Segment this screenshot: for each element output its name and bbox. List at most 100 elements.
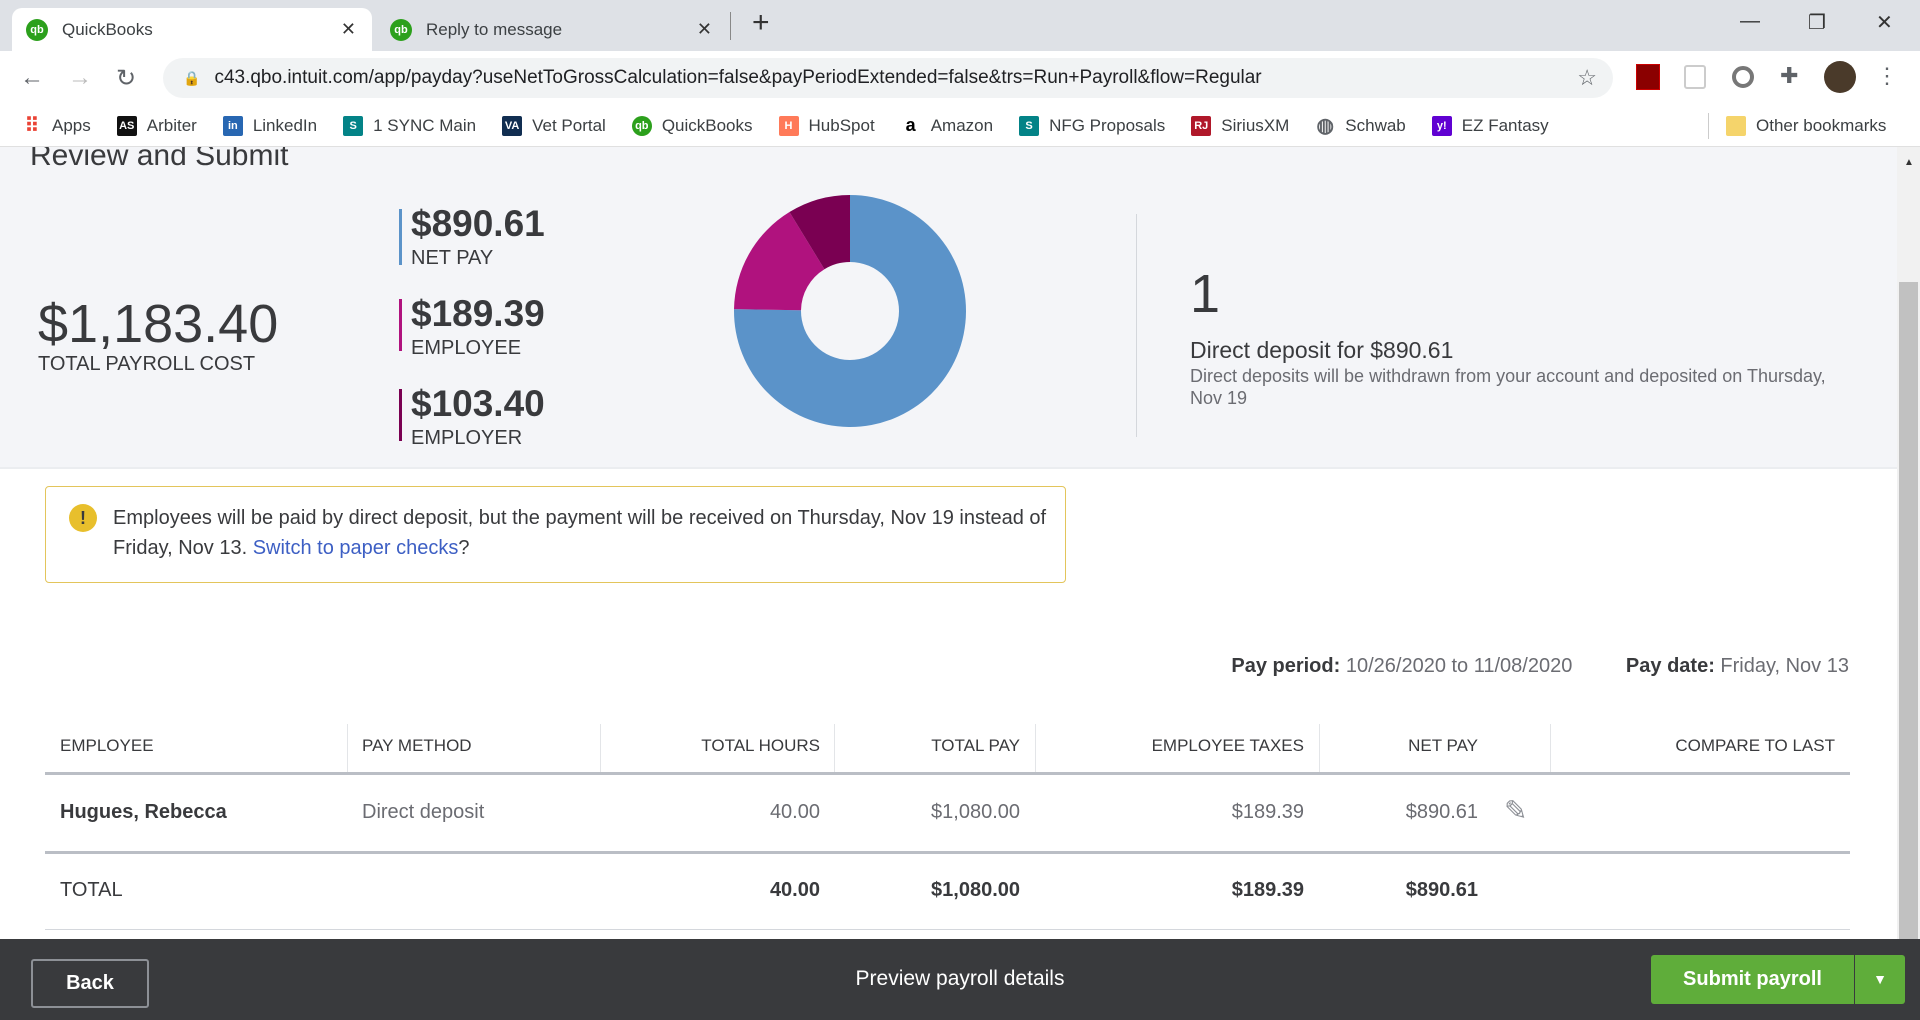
reload-icon[interactable]: ↻ (116, 64, 136, 93)
net-pay-label: NET PAY (411, 247, 494, 269)
header-employee[interactable]: EMPLOYEE (60, 736, 154, 762)
direct-deposit-title: Direct deposit for $890.61 (1190, 337, 1454, 363)
close-window-button[interactable]: ✕ (1876, 10, 1893, 35)
submit-options-dropdown-icon[interactable]: ▼ (1855, 955, 1905, 1004)
employer-label: EMPLOYER (411, 427, 523, 449)
header-total-pay[interactable]: TOTAL PAY (931, 736, 1020, 762)
employee-summary: $189.39 EMPLOYEE (399, 293, 599, 359)
close-tab-icon[interactable]: ✕ (341, 19, 356, 40)
bookmark-1-sync-main[interactable]: S 1 SYNC Main (343, 115, 476, 136)
back-button[interactable]: Back (31, 959, 149, 1008)
total-rule (45, 929, 1850, 930)
employee-taxes: $189.39 (1231, 801, 1304, 823)
total-hours: 40.00 (769, 801, 820, 823)
header-net-pay[interactable]: NET PAY (1408, 736, 1478, 762)
warning-text: Employees will be paid by direct deposit… (113, 503, 1053, 563)
minimize-button[interactable]: — (1740, 10, 1760, 33)
bookmark-label: LinkedIn (252, 115, 318, 135)
extension-icon[interactable] (1684, 65, 1706, 89)
bookmark-label: QuickBooks (661, 115, 753, 135)
bookmark-favicon-icon: AS (116, 115, 137, 136)
bookmark-favicon-icon: in (222, 115, 243, 136)
tab-bar: qb QuickBooks ✕ qb Reply to message ✕ + … (0, 0, 1920, 51)
tab-quickbooks[interactable]: qb QuickBooks ✕ (12, 8, 372, 51)
tab-reply-to-message[interactable]: qb Reply to message ✕ (376, 8, 728, 51)
restore-button[interactable]: ❐ (1808, 10, 1826, 35)
new-tab-button[interactable]: + (752, 6, 770, 40)
employer-value: $103.40 (411, 383, 545, 424)
address-bar-row: ← → ↻ 🔒 c43.qbo.intuit.com/app/payday?us… (0, 51, 1920, 105)
scrollbar[interactable]: ▲ (1897, 147, 1920, 939)
total-payroll-cost-label: TOTAL PAYROLL COST (38, 353, 256, 375)
bookmark-quickbooks[interactable]: qb QuickBooks (631, 115, 753, 136)
scrollbar-thumb[interactable] (1899, 282, 1918, 939)
bookmark-vet-portal[interactable]: VA Vet Portal (502, 115, 606, 136)
bookmark-hubspot[interactable]: H HubSpot (778, 115, 875, 136)
menu-kebab-icon[interactable]: ⋮ (1876, 63, 1898, 89)
pay-period-label: Pay period: (1231, 655, 1341, 677)
total-pay-sum: $1,080.00 (931, 879, 1020, 901)
puzzle-extensions-icon[interactable]: ✚ (1780, 63, 1798, 89)
header-total-hours[interactable]: TOTAL HOURS (701, 736, 820, 762)
direct-deposit-count: 1 (1190, 264, 1221, 324)
bookmark-divider (1708, 113, 1709, 139)
bookmark-siriusxm[interactable]: RJ SiriusXM (1191, 115, 1289, 136)
bookmark-linkedin[interactable]: in LinkedIn (222, 115, 318, 136)
switch-to-paper-checks-link[interactable]: Switch to paper checks (253, 537, 459, 559)
star-icon[interactable]: ☆ (1577, 65, 1597, 91)
profile-avatar[interactable] (1824, 61, 1856, 93)
bookmark-label: Vet Portal (532, 115, 606, 135)
employee-name[interactable]: Hugues, Rebecca (60, 801, 227, 824)
bookmark-label: Apps (52, 115, 91, 135)
employee-value: $189.39 (411, 293, 545, 334)
header-pay-method[interactable]: PAY METHOD (362, 736, 472, 762)
quickbooks-icon: qb (26, 18, 48, 41)
row-rule (45, 851, 1850, 854)
bookmark-label: Arbiter (146, 115, 197, 135)
employee-taxes-sum: $189.39 (1231, 879, 1304, 901)
header-compare-to-last[interactable]: COMPARE TO LAST (1675, 736, 1835, 762)
edit-pencil-icon[interactable]: ✎ (1504, 794, 1527, 827)
quickbooks-icon: qb (390, 18, 412, 41)
payroll-summary-panel: Review and Submit $1,183.40 TOTAL PAYROL… (0, 147, 1897, 469)
bookmark-amazon[interactable]: a Amazon (901, 115, 994, 136)
bookmark-schwab[interactable]: ◍ Schwab (1315, 115, 1406, 137)
net-pay-value: $890.61 (411, 203, 545, 244)
url-bar[interactable]: 🔒 c43.qbo.intuit.com/app/payday?useNetTo… (163, 58, 1613, 98)
lock-icon: 🔒 (183, 69, 201, 86)
preview-payroll-details-link[interactable]: Preview payroll details (760, 967, 1160, 991)
pay-period-value: 10/26/2020 to 11/08/2020 (1345, 655, 1573, 677)
column-divider (1319, 724, 1320, 773)
other-bookmarks[interactable]: Other bookmarks (1726, 115, 1886, 136)
close-tab-icon[interactable]: ✕ (697, 19, 712, 40)
warning-icon: ! (69, 504, 97, 532)
submit-payroll-button[interactable]: Submit payroll (1651, 955, 1854, 1004)
folder-icon (1726, 115, 1746, 136)
total-hours-sum: 40.00 (769, 879, 820, 901)
direct-deposit-description: Direct deposits will be withdrawn from y… (1190, 366, 1826, 408)
forward-arrow-icon[interactable]: → (68, 64, 92, 92)
acrobat-extension-icon[interactable] (1636, 64, 1660, 90)
bookmark-label: NFG Proposals (1049, 115, 1166, 135)
bookmark-label: Amazon (930, 115, 994, 135)
bookmark-favicon-icon: y! (1431, 115, 1452, 136)
employer-summary: $103.40 EMPLOYER (399, 383, 599, 449)
total-label: TOTAL (60, 879, 123, 901)
bookmark-ez-fantasy[interactable]: y! EZ Fantasy (1431, 115, 1549, 136)
back-arrow-icon[interactable]: ← (20, 64, 44, 92)
bookmark-arbiter[interactable]: AS Arbiter (116, 115, 197, 136)
net-pay-summary: $890.61 NET PAY (399, 203, 599, 269)
scroll-up-arrow-icon[interactable]: ▲ (1904, 157, 1914, 168)
bookmark-apps[interactable]: ⠿ Apps (22, 115, 91, 137)
extension-circle-icon[interactable] (1732, 66, 1754, 88)
bookmark-nfg-proposals[interactable]: S NFG Proposals (1019, 115, 1166, 136)
header-employee-taxes[interactable]: EMPLOYEE TAXES (1152, 736, 1304, 762)
payroll-donut-chart (734, 195, 966, 427)
bookmark-label: EZ Fantasy (1461, 115, 1549, 135)
bookmark-label: HubSpot (808, 115, 875, 135)
pay-method: Direct deposit (362, 801, 485, 823)
bookmark-favicon-icon: qb (631, 115, 652, 136)
net-pay-sum: $890.61 (1405, 879, 1478, 901)
tab-divider (730, 12, 731, 40)
employee-label: EMPLOYEE (411, 337, 522, 359)
